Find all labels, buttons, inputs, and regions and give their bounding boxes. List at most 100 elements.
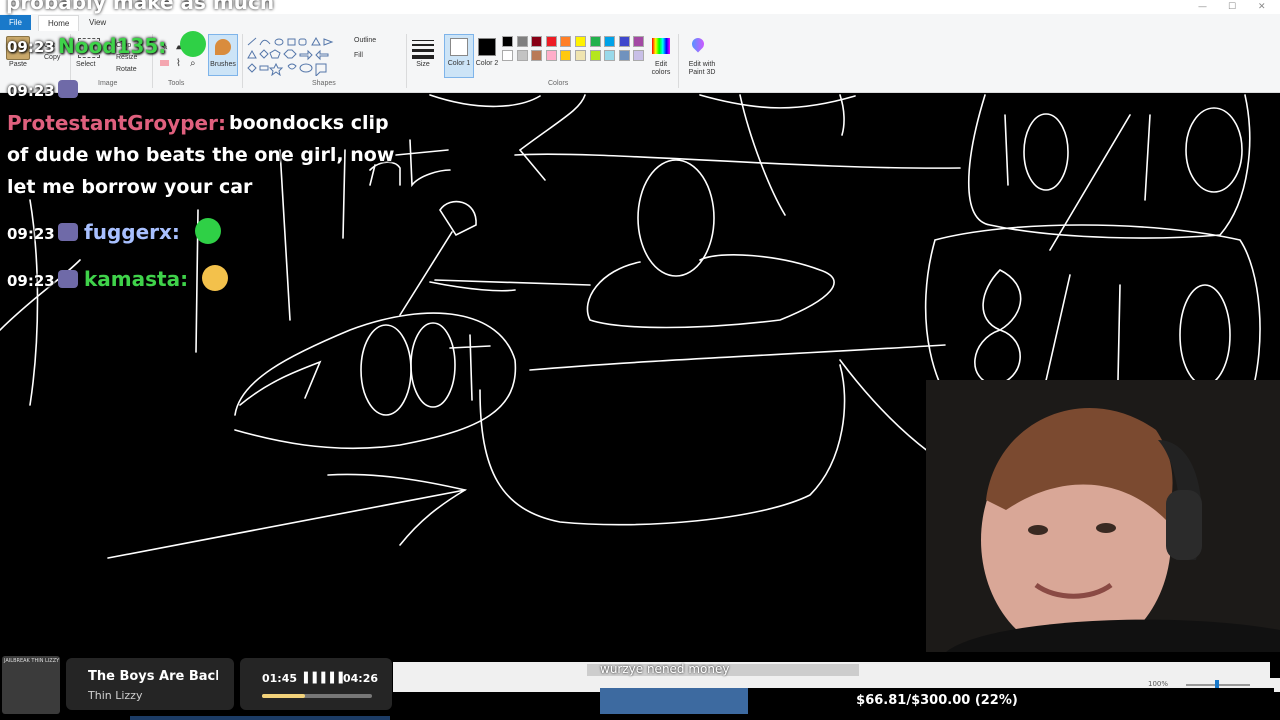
group-image: Image [98,80,118,87]
palette-swatch[interactable] [560,36,572,47]
chat-partial-line: probably make as much [6,0,275,14]
group-shapes: Shapes [312,80,336,87]
palette-swatch[interactable] [560,50,572,61]
stroke [739,94,786,216]
outline-dropdown[interactable]: Outline [354,37,376,44]
size-button[interactable] [412,38,434,59]
eraser-icon[interactable] [160,60,169,66]
chat-time: 09:23 [7,272,55,290]
palette-swatch[interactable] [575,50,586,61]
stroke [1117,284,1121,381]
separator [406,34,407,88]
color2-label: Color 2 [475,60,499,67]
zoom-level: 100% [1148,680,1169,688]
song-duration: 04:26 [343,672,379,685]
palette-swatch[interactable] [531,50,543,61]
fill-dropdown[interactable]: Fill [354,52,363,59]
now-playing-widget: JAILBREAK THIN LIZZY The Boys Are Back I… [0,656,393,716]
paint3d-label: Edit with Paint 3D [688,61,716,76]
streamer-face [926,380,1280,652]
palette-swatch[interactable] [618,36,630,47]
brushes-button[interactable] [208,34,238,76]
edit-colors-label: Edit colors [651,61,671,76]
edit-colors-button[interactable] [652,38,670,54]
stroke [514,153,961,169]
tab-view[interactable]: View [80,15,115,30]
stroke [434,279,591,286]
stroke [449,334,491,401]
chat-username: fuggerx: [84,220,180,244]
shapes-gallery[interactable] [246,36,342,78]
paste-label: Paste [9,61,27,68]
shapes-icons [247,36,334,78]
emote [202,265,228,291]
song-progress-fill [262,694,305,698]
stroke [529,344,946,371]
palette-swatch[interactable] [633,50,645,61]
palette-swatch[interactable] [502,50,513,61]
chat-time: 09:23 [7,82,55,100]
paint3d-button[interactable] [689,35,707,54]
stroke [479,364,846,526]
palette-swatch[interactable] [589,50,601,61]
group-colors: Colors [548,80,569,87]
song-progress-track [262,694,372,698]
stroke [239,360,322,406]
palette-swatch[interactable] [516,36,528,47]
tab-home[interactable]: Home [38,15,80,31]
color1-label: Color 1 [447,60,471,67]
brushes-label: Brushes [210,61,236,68]
equalizer-icon: ▌▌▌▌▌ [304,673,348,684]
album-art: JAILBREAK THIN LIZZY [2,656,60,714]
palette-swatch[interactable] [516,50,528,61]
stroke [699,94,856,109]
palette-swatch[interactable] [545,36,557,47]
maximize-icon[interactable]: ☐ [1228,2,1236,12]
webcam-feed [926,380,1280,652]
palette-swatch[interactable] [633,36,645,47]
minimize-icon[interactable]: — [1198,2,1207,12]
separator [242,34,243,88]
color1-button[interactable] [444,34,474,78]
palette-swatch[interactable] [604,36,616,47]
goal-label: wurzye nened money [600,662,730,676]
user-badge-icon [58,223,78,241]
palette-swatch[interactable] [575,36,586,47]
palette-swatch[interactable] [545,50,557,61]
emote [180,31,206,57]
select-label: Select [76,61,96,68]
stroke [327,473,468,546]
song-info-box [66,658,234,710]
chat-time: 09:23 [7,38,55,56]
tab-file[interactable]: File [0,15,31,30]
donation-goal-text: $66.81/$300.00 (22%) [856,693,1018,708]
stroke [1179,284,1231,386]
magnifier-icon[interactable]: ⌕ [190,58,196,69]
palette-swatch[interactable] [502,36,513,47]
user-badge-icon [58,80,78,98]
palette-swatch[interactable] [604,50,616,61]
stroke [586,254,835,329]
size-label: Size [416,61,430,68]
chat-username: kamasta: [84,267,189,291]
palette-swatch[interactable] [531,36,543,47]
stroke [1044,274,1071,386]
palette-swatch[interactable] [618,50,630,61]
stroke [107,489,466,559]
palette-swatch[interactable] [589,36,601,47]
album-art-text: JAILBREAK THIN LIZZY [4,658,60,664]
separator [678,34,679,88]
ribbon-tabs: File Home View [0,15,1280,31]
close-icon[interactable]: ✕ [1258,2,1266,12]
rotate-button[interactable]: Rotate [116,66,137,73]
color-picker-icon[interactable]: ⌇ [176,58,181,69]
color2-button[interactable] [478,38,496,56]
song-artist: Thin Lizzy [88,689,143,702]
stroke [429,94,541,108]
user-badge-icon [58,270,78,288]
stroke [399,231,453,316]
stroke [1049,114,1131,251]
stroke [360,324,412,416]
song-elapsed: 01:45 [262,672,298,685]
taskbar-strip [130,716,390,720]
